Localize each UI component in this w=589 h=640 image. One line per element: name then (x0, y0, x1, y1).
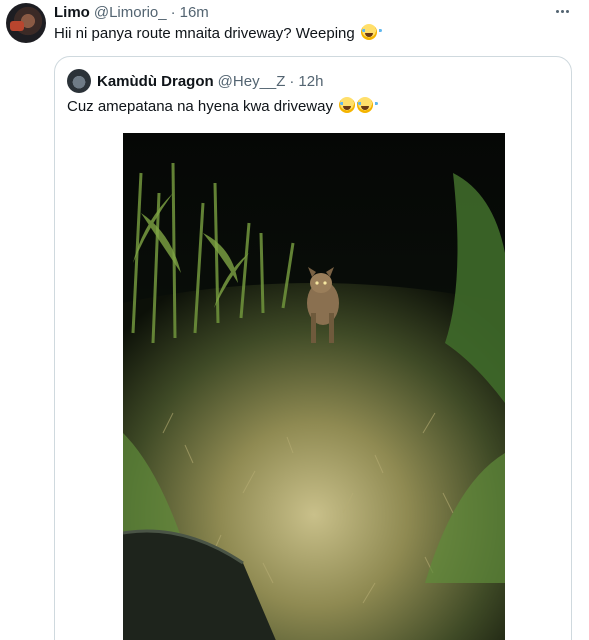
author-handle[interactable]: @Limorio_ (94, 3, 167, 23)
face-with-tears-of-joy-icon (360, 24, 382, 40)
tweet-header: Limo @Limorio_ · 16m (54, 3, 569, 23)
face-with-tears-of-joy-icon (339, 97, 361, 113)
quoted-author-handle: @Hey__Z (217, 72, 286, 90)
quoted-tweet[interactable]: Kamùdù Dragon @Hey__Z · 12h Cuz amepatan… (54, 56, 572, 640)
tweet-text-body: Hii ni panya route mnaita driveway? Weep… (54, 25, 355, 42)
quoted-timestamp: 12h (298, 72, 324, 90)
separator-dot: · (289, 72, 295, 90)
quoted-author-name: Kamùdù Dragon (97, 72, 214, 90)
more-options-icon[interactable] (551, 2, 573, 20)
author-avatar[interactable] (6, 3, 46, 43)
separator-dot: · (170, 4, 176, 21)
face-with-tears-of-joy-icon (357, 97, 379, 113)
hyena-night-photo (123, 133, 505, 640)
tweet[interactable]: Limo @Limorio_ · 16m Hii ni panya route … (0, 0, 589, 640)
quoted-text-body: Cuz amepatana na hyena kwa driveway (67, 98, 333, 115)
tweet-text: Hii ni panya route mnaita driveway? Weep… (54, 24, 382, 44)
quoted-tweet-text: Cuz amepatana na hyena kwa driveway (67, 97, 379, 117)
quoted-tweet-header: Kamùdù Dragon @Hey__Z · 12h (97, 69, 323, 93)
author-name[interactable]: Limo (54, 3, 90, 23)
tweet-timestamp[interactable]: 16m (180, 3, 209, 23)
quoted-author-avatar (67, 69, 91, 93)
quoted-media-image[interactable] (123, 133, 505, 640)
